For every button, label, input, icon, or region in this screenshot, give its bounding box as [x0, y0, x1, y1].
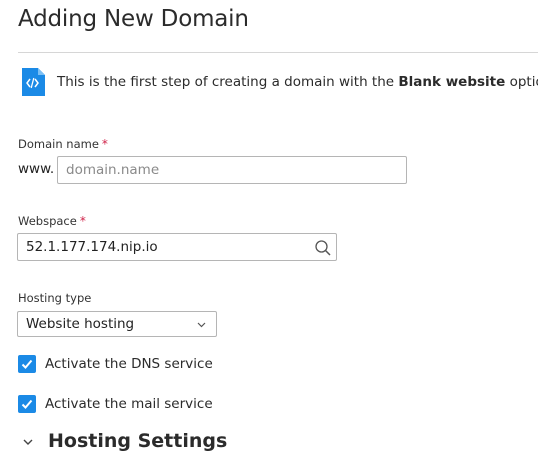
dns-label: Activate the DNS service: [45, 356, 213, 372]
page-title: Adding New Domain: [18, 6, 249, 32]
code-file-icon: [22, 68, 45, 96]
domain-name-label: Domain name *: [18, 137, 108, 151]
webspace-label: Webspace *: [18, 214, 86, 228]
add-domain-page: Adding New Domain This is the first step…: [0, 0, 538, 476]
webspace-value: 52.1.177.174.nip.io: [26, 239, 158, 255]
required-mark: *: [79, 214, 86, 228]
webspace-input[interactable]: 52.1.177.174.nip.io: [17, 233, 337, 261]
info-text: This is the first step of creating a dom…: [57, 74, 538, 90]
mail-label: Activate the mail service: [45, 396, 213, 412]
hosting-type-value: Website hosting: [26, 316, 135, 332]
title-divider: [18, 52, 538, 53]
checkmark-icon: [21, 359, 33, 369]
dns-option[interactable]: Activate the DNS service: [18, 355, 213, 373]
checkmark-icon: [21, 399, 33, 409]
hosting-type-select[interactable]: Website hosting: [17, 311, 217, 337]
info-message: This is the first step of creating a dom…: [20, 67, 538, 97]
mail-checkbox[interactable]: [18, 395, 36, 413]
chevron-down-icon: [197, 322, 206, 328]
required-mark: *: [101, 137, 108, 151]
hosting-type-label: Hosting type: [18, 291, 92, 305]
search-icon[interactable]: [314, 239, 332, 257]
chevron-down-icon[interactable]: [22, 436, 34, 448]
www-prefix: www.: [18, 161, 55, 177]
domain-name-input[interactable]: domain.name: [57, 156, 407, 184]
hosting-settings-header[interactable]: Hosting Settings: [22, 430, 227, 452]
dns-checkbox[interactable]: [18, 355, 36, 373]
domain-name-placeholder: domain.name: [66, 162, 160, 178]
hosting-settings-title: Hosting Settings: [48, 430, 228, 452]
info-text-bold: Blank website: [398, 74, 506, 90]
mail-option[interactable]: Activate the mail service: [18, 395, 213, 413]
